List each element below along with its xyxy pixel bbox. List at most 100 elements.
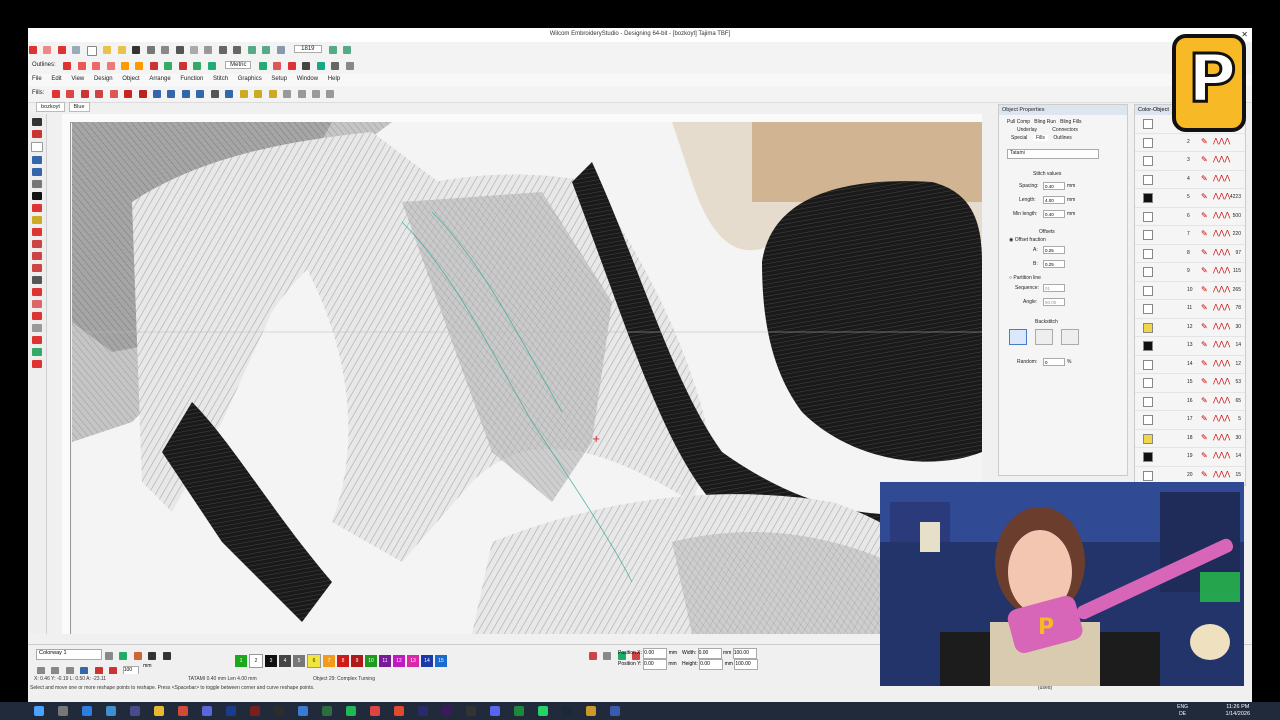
app-blue-icon[interactable]	[298, 706, 308, 716]
opera-icon[interactable]	[370, 706, 380, 716]
color-swatch[interactable]	[1143, 452, 1153, 462]
color-object-row[interactable]: 15 ✎ ⋀⋀⋀ 53	[1135, 374, 1245, 393]
select-arrow-icon[interactable]	[32, 118, 42, 126]
position-y-input[interactable]: 0.00	[642, 659, 667, 670]
color-chip[interactable]: 5	[293, 655, 305, 667]
add-color-icon[interactable]	[148, 652, 157, 660]
width-input[interactable]: 0.00	[697, 648, 722, 659]
file-explorer-icon[interactable]	[154, 706, 164, 716]
menu-file[interactable]: File	[28, 74, 46, 84]
menu-edit[interactable]: Edit	[47, 74, 65, 84]
reshape-icon[interactable]	[32, 130, 42, 138]
chat-icon[interactable]	[490, 706, 500, 716]
notes-icon[interactable]	[586, 706, 596, 716]
distribute-icon[interactable]	[196, 90, 205, 98]
color-object-row[interactable]: 13 ✎ ⋀⋀⋀ 14	[1135, 337, 1245, 356]
settings-icon[interactable]	[345, 62, 354, 70]
brave-icon[interactable]	[394, 706, 404, 716]
stop-icon[interactable]	[273, 62, 282, 70]
discord-icon[interactable]	[202, 706, 212, 716]
fill-type-select[interactable]: Tatami	[1007, 149, 1099, 159]
new-file-icon[interactable]	[86, 46, 97, 56]
run-stitch-icon[interactable]	[63, 62, 72, 70]
grid-toggle-icon[interactable]	[283, 90, 292, 98]
menu-stitch[interactable]: Stitch	[209, 74, 232, 84]
thread-chart-icon[interactable]	[589, 652, 597, 660]
steam-icon[interactable]	[562, 706, 572, 716]
color-object-row[interactable]: 17 ✎ ⋀⋀⋀ 5	[1135, 411, 1245, 430]
print-icon[interactable]	[146, 46, 155, 54]
wilcom-icon[interactable]	[57, 46, 66, 54]
menu-arrange[interactable]: Arrange	[145, 74, 174, 84]
length-input[interactable]	[1043, 196, 1065, 204]
wilcom-taskbar-icon[interactable]	[610, 706, 620, 716]
color-swatch[interactable]	[1143, 378, 1153, 388]
edge-icon[interactable]	[106, 706, 116, 716]
random-input[interactable]	[1043, 358, 1065, 366]
tab-fills[interactable]: Fills	[1032, 135, 1048, 141]
color-object-row[interactable]: 16 ✎ ⋀⋀⋀ 65	[1135, 393, 1245, 411]
color-object-row[interactable]: 11 ✎ ⋀⋀⋀ 78	[1135, 300, 1245, 319]
ellipse-tool-icon[interactable]	[32, 192, 42, 200]
fill-icon[interactable]	[164, 62, 173, 70]
menu-function[interactable]: Function	[176, 74, 207, 84]
color-chip[interactable]: 14	[421, 655, 433, 667]
menu-help[interactable]: Help	[324, 74, 344, 84]
backstitch-option-2[interactable]	[1035, 329, 1053, 345]
motif-tool-icon[interactable]	[32, 300, 42, 308]
width-percent-input[interactable]: 100.00	[732, 648, 757, 659]
b-input[interactable]	[1043, 260, 1065, 268]
color-object-row[interactable]: 12 ✎ ⋀⋀⋀ 30	[1135, 319, 1245, 337]
open-design-icon[interactable]	[117, 46, 126, 54]
color-object-row[interactable]: 18 ✎ ⋀⋀⋀ 30	[1135, 430, 1245, 448]
pattern-fill-icon[interactable]	[80, 90, 89, 98]
print-preview-icon[interactable]	[161, 46, 170, 54]
color-swatch[interactable]	[1143, 248, 1153, 259]
knife-icon[interactable]	[32, 180, 42, 188]
settings-icon[interactable]	[466, 706, 476, 716]
position-x-input[interactable]: 0.00	[643, 648, 668, 659]
zoom-out-icon[interactable]	[343, 46, 352, 54]
color-swatch[interactable]	[1143, 304, 1153, 314]
thread-icon[interactable]	[119, 652, 128, 660]
units-select[interactable]: Metric	[225, 61, 252, 69]
trim-icon[interactable]	[287, 62, 296, 70]
align-left-icon[interactable]	[152, 90, 161, 98]
color-swatch[interactable]	[1143, 433, 1153, 444]
shapes-icon[interactable]	[72, 46, 81, 54]
color-chip[interactable]: 8	[337, 655, 349, 667]
measure-icon[interactable]	[258, 62, 267, 70]
lightroom-icon[interactable]	[226, 706, 236, 716]
offset-fraction-radio[interactable]: ◉ Offset fraction	[1009, 237, 1046, 243]
color-object-row[interactable]: 8 ✎ ⋀⋀⋀ 97	[1135, 245, 1245, 263]
info-icon[interactable]	[302, 62, 311, 70]
color-swatch[interactable]	[1143, 193, 1153, 203]
digitize-column-icon[interactable]	[32, 240, 42, 248]
color-chip[interactable]: 6	[307, 654, 321, 668]
partition-line-radio[interactable]: ○ Partition line	[1009, 275, 1041, 281]
language-indicator[interactable]: ENG DE	[1177, 704, 1188, 718]
color-swatch[interactable]	[1143, 230, 1153, 240]
bling-icon[interactable]	[32, 324, 42, 332]
rotate-icon[interactable]	[210, 90, 219, 98]
illustrator-icon[interactable]	[250, 706, 260, 716]
show-objects-icon[interactable]	[311, 90, 320, 98]
color-chip[interactable]: 12	[393, 655, 405, 667]
monogram-icon[interactable]	[32, 168, 42, 176]
start-icon[interactable]	[34, 706, 44, 716]
color-chip[interactable]: 9	[351, 655, 363, 667]
color-object-row[interactable]: 14 ✎ ⋀⋀⋀ 12	[1135, 356, 1245, 374]
satin-fill-icon[interactable]	[51, 90, 60, 98]
spotify-icon[interactable]	[346, 706, 356, 716]
color-swatch[interactable]	[1143, 415, 1153, 425]
color-chip[interactable]: 2	[249, 654, 263, 668]
color-object-row[interactable]: 9 ✎ ⋀⋀⋀ 115	[1135, 263, 1245, 282]
tab-underlay[interactable]: Underlay	[1017, 127, 1037, 133]
stipple-icon[interactable]	[178, 62, 187, 70]
color-swatch[interactable]	[1143, 285, 1153, 296]
digitize-fill-icon[interactable]	[32, 252, 42, 260]
zoom-icon[interactable]	[276, 46, 285, 54]
colorway-select[interactable]: Colorway 1	[36, 649, 102, 660]
travel-back-icon[interactable]	[247, 46, 256, 54]
edit-color-icon[interactable]	[603, 652, 612, 660]
